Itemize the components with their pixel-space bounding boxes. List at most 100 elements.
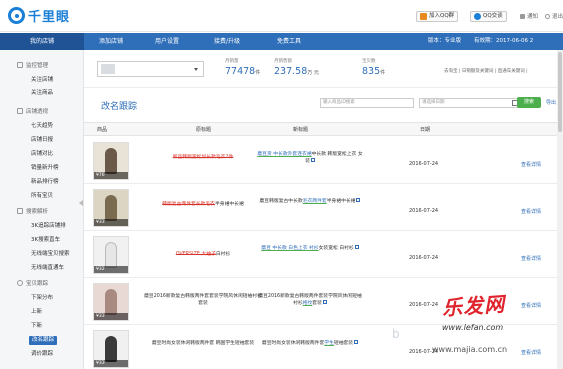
search-button[interactable]: 搜索 xyxy=(517,97,541,108)
original-title: 蘑豆时尚女装休闲韩版两件套 韩国学生短袖套装 xyxy=(151,341,255,346)
sidebar-item-follow-store[interactable]: 关注店铺 xyxy=(31,76,53,85)
store-avatar xyxy=(101,64,115,74)
external-link-icon xyxy=(310,158,315,162)
nav-free-tools[interactable]: 免费工具 xyxy=(258,33,320,50)
original-title: OVERSIZE 大袖子白衬衫 xyxy=(175,252,231,257)
stat-item-count: 宝贝数 835件 xyxy=(362,59,386,77)
new-title[interactable]: 蘑豆时尚女装休闲韩版两件套学生短袖套装 xyxy=(256,340,364,347)
nav-renew-upgrade[interactable]: 接费/升级 xyxy=(196,33,258,50)
original-title: 新品韩版宽松加长款毛衣2件 xyxy=(172,155,234,160)
nav-add-store[interactable]: 添加店铺 xyxy=(84,33,138,50)
change-date: 2016-07-24 xyxy=(409,255,439,261)
external-link-icon xyxy=(354,340,359,344)
bell-icon xyxy=(520,13,525,19)
item-thumbnail[interactable]: ¥33 xyxy=(93,189,129,227)
sidebar-item-new-off[interactable]: 下新 xyxy=(31,322,42,331)
change-date: 2016-07-24 xyxy=(409,161,439,167)
main-nav: 我的店铺 添加店铺 用户设置 接费/升级 免费工具 版本：专业版 有效期：201… xyxy=(0,33,563,50)
external-link-icon xyxy=(356,198,361,202)
sidebar-group-monitor[interactable]: 监控管理 xyxy=(0,60,84,70)
sidebar-item-price-track[interactable]: 调价跟踪 xyxy=(31,350,53,359)
sidebar-item-rename-track[interactable]: 改名跟踪 xyxy=(29,336,58,345)
watermark-b: b xyxy=(392,327,400,341)
new-title[interactable]: 蘑豆韩版复古中长款毛衣两件套半身裙中长裙 xyxy=(256,198,364,205)
sidebar-item-wireless-direct[interactable]: 无线端直通车 xyxy=(31,264,64,273)
store-quick-links[interactable]: 去淘宝 | 日销额及关键词 | 直通车关键词 | xyxy=(444,68,528,74)
view-detail-link[interactable]: 查看详情 xyxy=(521,208,541,215)
nav-user-settings[interactable]: 用户设置 xyxy=(138,33,196,50)
chevron-down-icon xyxy=(194,68,198,71)
notice-link[interactable]: 通知 xyxy=(520,12,538,20)
sidebar-item-wireless-search[interactable]: 无线端宝贝搜索 xyxy=(31,250,70,259)
stat-monthly-revenue: 月销售额 237.58万 元 xyxy=(274,59,319,77)
new-title[interactable]: 蘑豆货 中长款外套连衣裙中长款 韩版宽松上衣 女装 xyxy=(256,151,364,165)
sidebar-item-all-items[interactable]: 所有宝贝 xyxy=(31,192,53,201)
item-thumbnail[interactable]: ¥76 xyxy=(93,142,129,180)
original-title: 蘑豆2016新款复古韩版两件套套装学院风休闲短袖衬衫套装 xyxy=(144,294,262,306)
item-thumbnail[interactable]: ¥33 xyxy=(93,330,129,368)
col-date: 日期 xyxy=(420,127,431,133)
watermark-url: www.lefan.com xyxy=(442,323,504,332)
view-detail-link[interactable]: 查看详情 xyxy=(521,161,541,168)
power-icon xyxy=(545,13,550,19)
sidebar-group-search[interactable]: 搜索解析 xyxy=(0,206,84,216)
export-link[interactable]: 导出 xyxy=(546,99,556,106)
item-id-search-input[interactable]: 输入商品ID搜索 xyxy=(320,98,414,108)
new-title[interactable]: 蘑豆 中长款 白色上衣 衬衫女装宽松 白衬衫 xyxy=(256,245,364,252)
join-qq-group-button[interactable]: 加入QQ群 xyxy=(416,11,459,22)
view-detail-link[interactable]: 查看详情 xyxy=(521,255,541,262)
chart-icon xyxy=(17,108,23,114)
table-header: 商品 原标题 新标题 日期 xyxy=(84,122,563,136)
search-icon xyxy=(17,208,23,214)
logout-link[interactable]: 退出 xyxy=(545,12,563,20)
qq-group-icon xyxy=(420,13,427,20)
item-thumbnail[interactable]: ¥32 xyxy=(93,236,129,274)
sidebar-item-3k-rank[interactable]: 3K追踪店铺排 xyxy=(31,222,66,231)
date-picker-input[interactable]: 请选择日期 xyxy=(419,98,521,108)
sidebar: 监控管理 关注店铺 关注商品 店铺透视 七天趋势 店铺日报 店铺对比 销量新升榜… xyxy=(0,50,84,369)
sidebar-item-follow-goods[interactable]: 关注商品 xyxy=(31,89,53,98)
original-title: 韩版复古两件套长款毛衣半身裙中长裙 xyxy=(162,202,244,207)
new-title[interactable]: 蘑豆2016新款复古韩版两件套装学院风休闲短袖衬衫格纹套装 xyxy=(256,293,364,307)
brand-logo[interactable]: 千里眼 xyxy=(8,6,70,25)
qq-penguin-icon xyxy=(474,13,481,20)
change-date: 2016-07-24 xyxy=(409,208,439,214)
qq-chat-button[interactable]: QQ交谈 xyxy=(470,11,507,22)
monitor-icon xyxy=(17,62,23,68)
top-header: 千里眼 加入QQ群 QQ交谈 通知 退出 xyxy=(0,0,563,32)
col-item: 商品 xyxy=(97,127,108,133)
col-original-title: 原标题 xyxy=(196,127,212,133)
watermark-brand: 乐发网 xyxy=(441,291,506,321)
external-link-icon xyxy=(354,245,359,249)
expiry-label: 有效期：2017-06-06 2 xyxy=(474,38,534,44)
watermark-url-2: www.majia.com.cn xyxy=(432,345,508,354)
page-title: 改名跟踪 xyxy=(101,102,138,112)
item-thumbnail[interactable]: ¥33 xyxy=(93,283,129,321)
logo-eye-icon xyxy=(8,7,25,24)
version-label: 版本：专业版 xyxy=(428,38,462,44)
track-icon xyxy=(17,280,23,286)
table-row: ¥76 新品韩版宽松加长款毛衣2件 蘑豆货 中长款外套连衣裙中长款 韩版宽松上衣… xyxy=(84,138,563,184)
scrollbar-thumb[interactable] xyxy=(558,52,562,132)
brand-name: 千里眼 xyxy=(28,10,71,25)
table-row: ¥33 韩版复古两件套长款毛衣半身裙中长裙 蘑豆韩版复古中长款毛衣两件套半身裙中… xyxy=(84,185,563,231)
sidebar-group-item-track[interactable]: 宝贝跟踪 xyxy=(0,278,84,288)
sidebar-item-sales-rising[interactable]: 销量新升榜 xyxy=(31,164,59,173)
external-link-icon xyxy=(322,300,327,304)
store-selector[interactable] xyxy=(97,61,204,77)
sidebar-item-3k-direct[interactable]: 3K搜索直车 xyxy=(31,236,60,245)
sidebar-item-store-compare[interactable]: 店铺对比 xyxy=(31,150,53,159)
sidebar-item-7day-trend[interactable]: 七天趋势 xyxy=(31,122,53,131)
nav-my-store[interactable]: 我的店铺 xyxy=(0,33,84,50)
sidebar-item-offshelf[interactable]: 下架分布 xyxy=(31,294,53,303)
sidebar-item-new-on[interactable]: 上新 xyxy=(31,308,42,317)
sidebar-collapse-icon[interactable] xyxy=(79,200,83,206)
col-new-title: 新标题 xyxy=(293,127,309,133)
sidebar-item-daily-report[interactable]: 店铺日报 xyxy=(31,136,53,145)
watermark: b 乐发网 www.lefan.com www.majia.com.cn xyxy=(372,287,563,369)
table-row: ¥32 OVERSIZE 大袖子白衬衫 蘑豆 中长款 白色上衣 衬衫女装宽松 白… xyxy=(84,232,563,278)
store-stats: 月销量 77478件 月销售额 237.58万 元 宝贝数 835件 去淘宝 |… xyxy=(84,50,563,88)
sidebar-group-store-insight[interactable]: 店铺透视 xyxy=(0,106,84,116)
stat-monthly-sales: 月销量 77478件 xyxy=(225,59,261,77)
sidebar-item-new-ranking[interactable]: 新品排行榜 xyxy=(31,178,59,187)
